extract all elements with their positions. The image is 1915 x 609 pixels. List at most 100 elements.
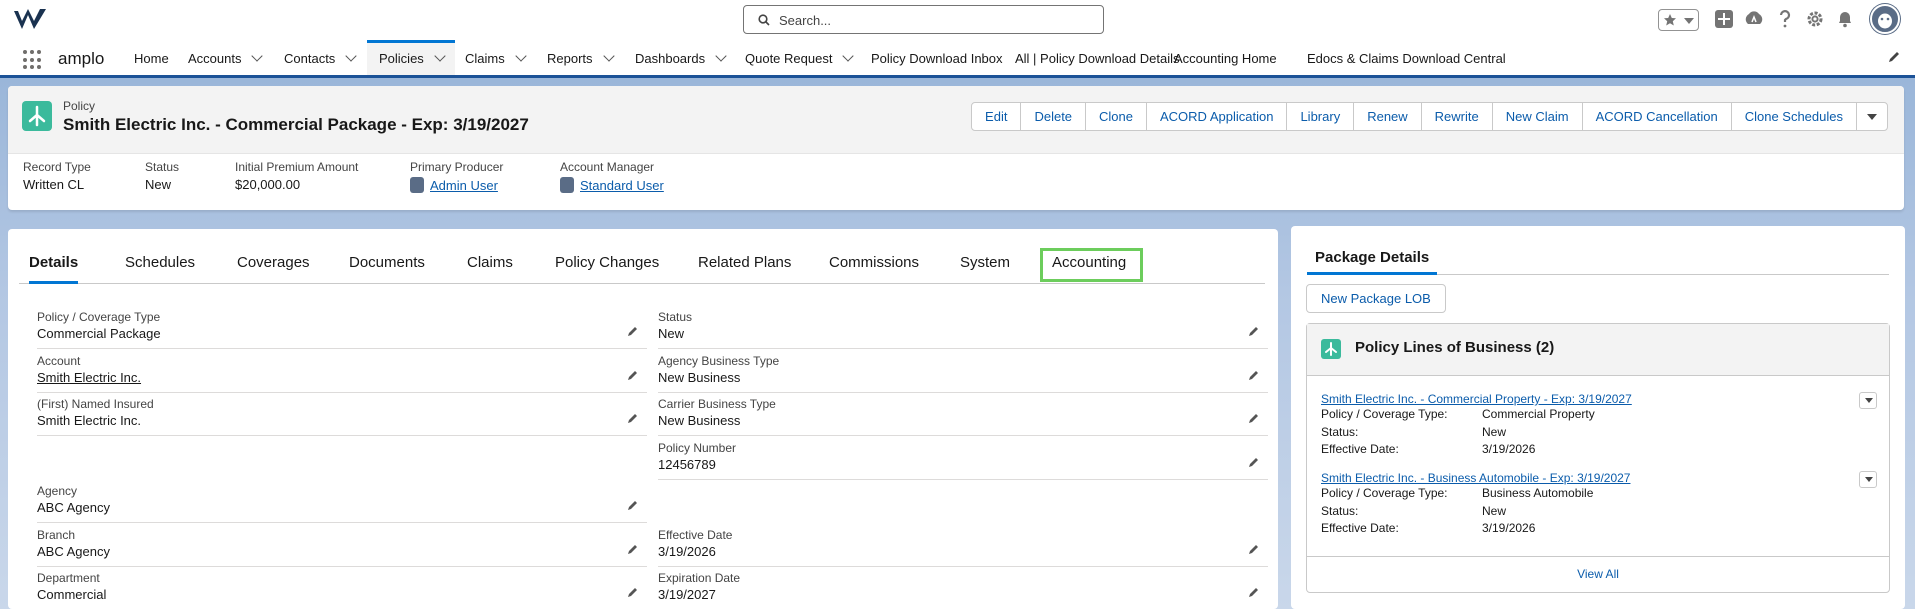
tab-coverages[interactable]: Coverages — [237, 249, 310, 284]
edit-pencil-icon[interactable] — [627, 543, 639, 555]
setup-gear-icon[interactable] — [1806, 10, 1824, 28]
edit-button[interactable]: Edit — [972, 103, 1022, 130]
acord-cancellation-button[interactable]: ACORD Cancellation — [1583, 103, 1732, 130]
search-placeholder: Search... — [779, 13, 832, 28]
field-agency: Agency ABC Agency — [37, 479, 647, 523]
nav-item-policy-download-inbox[interactable]: Policy Download Inbox — [871, 40, 1003, 75]
tab-schedules[interactable]: Schedules — [125, 249, 195, 284]
chevron-down-icon[interactable] — [715, 50, 727, 62]
edit-pencil-icon[interactable] — [1248, 325, 1260, 337]
tab-commissions[interactable]: Commissions — [829, 249, 919, 284]
rewrite-button[interactable]: Rewrite — [1422, 103, 1493, 130]
global-add-icon[interactable] — [1715, 10, 1733, 28]
edit-pencil-icon[interactable] — [1248, 543, 1260, 555]
chevron-down-icon[interactable] — [842, 50, 855, 62]
tab-policy-changes[interactable]: Policy Changes — [555, 249, 659, 284]
nav-item-dashboards[interactable]: Dashboards — [635, 40, 727, 75]
tab-package-details[interactable]: Package Details — [1307, 246, 1438, 275]
field-agency-business-type: Agency Business Type New Business — [658, 349, 1268, 393]
highlight-primary-producer: Primary Producer Admin User — [410, 160, 504, 193]
chevron-down-icon[interactable] — [251, 50, 264, 62]
account-manager-link[interactable]: Standard User — [580, 178, 664, 193]
new-claim-button[interactable]: New Claim — [1493, 103, 1583, 130]
row-actions-dropdown-icon[interactable] — [1859, 392, 1877, 409]
library-button[interactable]: Library — [1287, 103, 1355, 130]
edit-nav-pencil-icon[interactable] — [1887, 50, 1901, 64]
renew-button[interactable]: Renew — [1354, 103, 1422, 130]
app-navigation-bar: amplo Home Accounts Contacts Policies Cl… — [0, 40, 1915, 78]
tab-related-plans[interactable]: Related Plans — [698, 249, 791, 284]
app-launcher-icon[interactable] — [23, 50, 43, 70]
favorites-button[interactable] — [1658, 9, 1699, 31]
field-account: Account Smith Electric Inc. — [37, 349, 647, 393]
record-header: Policy Smith Electric Inc. - Commercial … — [8, 86, 1904, 154]
amplo-logo[interactable] — [12, 7, 48, 33]
chevron-down-icon[interactable] — [515, 50, 527, 62]
nav-item-reports[interactable]: Reports — [547, 40, 615, 75]
edit-pencil-icon[interactable] — [1248, 369, 1260, 381]
edit-pencil-icon[interactable] — [627, 499, 639, 511]
highlight-status: Status New — [145, 160, 180, 192]
list-item: Smith Electric Inc. - Business Automobil… — [1321, 471, 1877, 539]
field-policy-number: Policy Number 12456789 — [658, 436, 1268, 480]
avatar-image — [1878, 13, 1892, 29]
favorites-star-icon — [1664, 14, 1676, 26]
nav-item-quote-request[interactable]: Quote Request — [745, 40, 855, 75]
view-all-link[interactable]: View All — [1307, 556, 1889, 593]
search-icon — [758, 14, 770, 26]
tab-details[interactable]: Details — [29, 249, 79, 284]
delete-button[interactable]: Delete — [1021, 103, 1087, 130]
more-actions-dropdown-icon[interactable] — [1857, 103, 1887, 130]
edit-pencil-icon[interactable] — [627, 586, 639, 598]
nav-item-accounts[interactable]: Accounts — [188, 40, 264, 75]
help-icon[interactable] — [1778, 10, 1792, 28]
global-search-input[interactable]: Search... — [743, 5, 1104, 34]
highlight-record-type: Record Type Written CL — [23, 160, 91, 192]
field-branch: Branch ABC Agency — [37, 523, 647, 567]
field-expiration-date: Expiration Date 3/19/2027 — [658, 566, 1268, 609]
global-header: Search... — [0, 0, 1915, 40]
account-link[interactable]: Smith Electric Inc. — [37, 370, 141, 385]
user-avatar[interactable] — [1870, 4, 1900, 34]
nav-item-claims[interactable]: Claims — [465, 40, 527, 75]
highlight-account-manager: Account Manager Standard User — [560, 160, 664, 193]
clone-button[interactable]: Clone — [1086, 103, 1147, 130]
highlight-initial-premium: Initial Premium Amount $20,000.00 — [235, 160, 359, 192]
nav-item-accounting-home[interactable]: Accounting Home — [1174, 40, 1277, 75]
tab-claims[interactable]: Claims — [467, 249, 513, 284]
edit-pencil-icon[interactable] — [627, 412, 639, 424]
row-actions-dropdown-icon[interactable] — [1859, 471, 1877, 488]
tab-documents[interactable]: Documents — [349, 249, 425, 284]
field-carrier-business-type: Carrier Business Type New Business — [658, 392, 1268, 436]
clone-schedules-button[interactable]: Clone Schedules — [1732, 103, 1857, 130]
field-named-insured: (First) Named Insured Smith Electric Inc. — [37, 392, 647, 436]
nav-item-edocs-claims-download[interactable]: Edocs & Claims Download Central — [1307, 40, 1506, 75]
nav-item-contacts[interactable]: Contacts — [284, 40, 357, 75]
policy-object-icon — [1321, 339, 1341, 359]
nav-item-home[interactable]: Home — [134, 40, 169, 75]
field-status: Status New — [658, 305, 1268, 349]
edit-pencil-icon[interactable] — [1248, 456, 1260, 468]
record-highlights-panel: Policy Smith Electric Inc. - Commercial … — [8, 86, 1904, 210]
chevron-down-icon[interactable] — [602, 50, 615, 62]
edit-pencil-icon[interactable] — [627, 369, 639, 381]
edit-pencil-icon[interactable] — [1248, 586, 1260, 598]
record-detail-card: Details Schedules Coverages Documents Cl… — [8, 229, 1278, 609]
notifications-bell-icon[interactable] — [1837, 10, 1853, 28]
lob-record-link[interactable]: Smith Electric Inc. - Commercial Propert… — [1321, 392, 1877, 406]
acord-application-button[interactable]: ACORD Application — [1147, 103, 1288, 130]
lob-record-link[interactable]: Smith Electric Inc. - Business Automobil… — [1321, 471, 1877, 485]
list-item: Smith Electric Inc. - Commercial Propert… — [1321, 392, 1877, 460]
edit-pencil-icon[interactable] — [1248, 412, 1260, 424]
nav-item-policy-download-details[interactable]: All | Policy Download Details — [1015, 40, 1180, 75]
new-package-lob-button[interactable]: New Package LOB — [1306, 284, 1446, 313]
edit-pencil-icon[interactable] — [627, 325, 639, 337]
chevron-down-icon[interactable] — [345, 50, 357, 62]
nav-item-policies[interactable]: Policies — [367, 40, 455, 75]
tab-system[interactable]: System — [960, 249, 1010, 284]
primary-producer-link[interactable]: Admin User — [430, 178, 498, 193]
trailhead-icon[interactable] — [1744, 10, 1764, 28]
record-action-buttons: Edit Delete Clone ACORD Application Libr… — [971, 102, 1888, 131]
favorites-dropdown-icon[interactable] — [1684, 18, 1694, 24]
chevron-down-icon[interactable] — [434, 50, 446, 62]
